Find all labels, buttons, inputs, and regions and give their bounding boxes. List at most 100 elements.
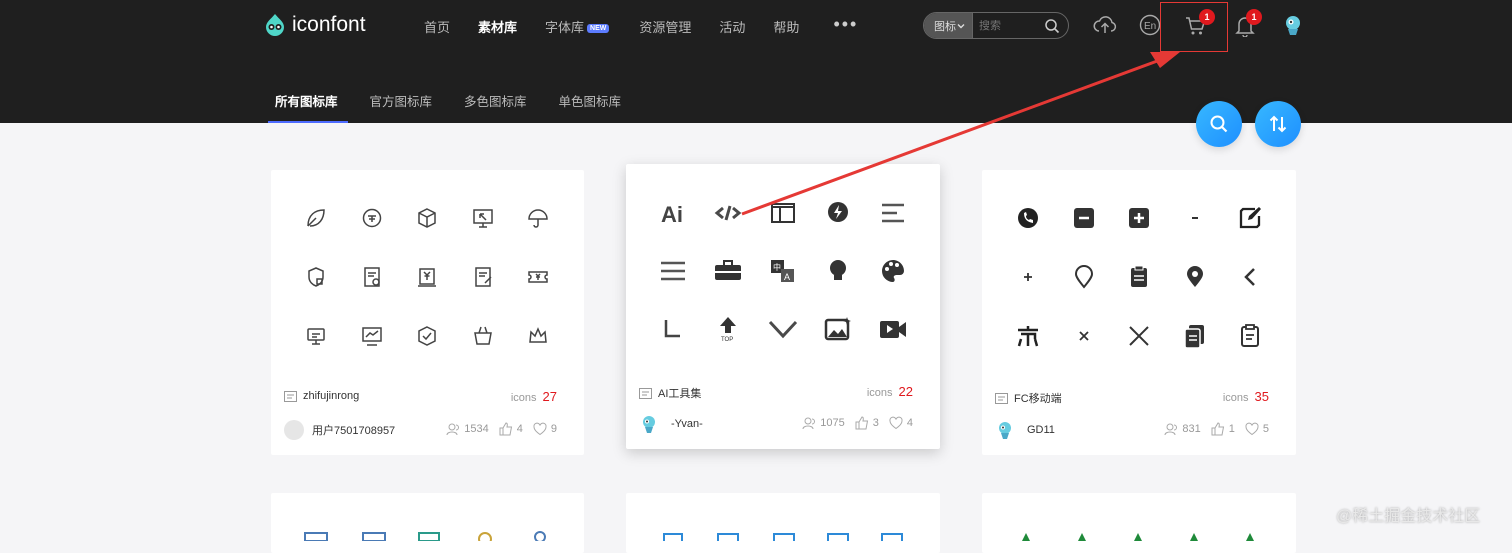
search-icon[interactable] (1044, 18, 1060, 34)
corner-icon[interactable] (658, 314, 688, 344)
logo[interactable]: iconfont (262, 10, 366, 40)
cube-icon[interactable] (412, 203, 442, 233)
char-icon[interactable] (1013, 321, 1043, 351)
search-category-select[interactable]: 图标 (924, 13, 973, 38)
menu-icon[interactable] (658, 256, 688, 286)
upload-cloud-icon[interactable] (1093, 14, 1117, 36)
briefcase-icon[interactable] (713, 256, 743, 286)
nav-help[interactable]: 帮助 (773, 17, 799, 36)
minus-icon[interactable] (1180, 203, 1210, 233)
likes-count[interactable]: 3 (855, 416, 879, 430)
ai-icon[interactable]: Ai (658, 198, 688, 228)
icon-count-value: 22 (898, 384, 913, 399)
plus-icon[interactable] (1013, 262, 1043, 292)
icon-count: icons 22 (867, 384, 913, 399)
floating-sort-button[interactable] (1255, 101, 1301, 147)
bulb-icon[interactable] (823, 256, 853, 286)
basket-icon[interactable] (468, 321, 498, 351)
chevron-down-icon[interactable] (768, 314, 798, 344)
logo-text: iconfont (292, 13, 366, 36)
author[interactable]: -Yvan- (639, 414, 703, 434)
palette-icon[interactable] (878, 256, 908, 286)
icon-count: icons 35 (1223, 389, 1269, 404)
location-icon[interactable] (1180, 262, 1210, 292)
likes-count[interactable]: 4 (499, 422, 523, 436)
plus-square-icon[interactable] (1124, 203, 1154, 233)
library-name-text: FC移动端 (1014, 393, 1062, 405)
code-icon[interactable] (713, 198, 743, 228)
doc-check-icon[interactable] (357, 262, 387, 292)
tab-multicolor-libraries[interactable]: 多色图标库 (464, 91, 527, 110)
library-card[interactable]: zhifujinrong icons 27 用户7501708957 1534 4 9 (271, 170, 584, 455)
library-card[interactable] (271, 493, 584, 553)
users-count[interactable]: 831 (1164, 422, 1201, 436)
icon-row-preview (1022, 533, 1254, 541)
tab-mono-libraries[interactable]: 单色图标库 (559, 91, 622, 110)
users-count[interactable]: 1075 (802, 416, 845, 430)
clipboard-list-icon[interactable] (1235, 321, 1265, 351)
lightning-chat-icon[interactable] (823, 198, 853, 228)
user-avatar[interactable] (1282, 13, 1304, 37)
author[interactable]: 用户7501708957 (284, 420, 395, 440)
monitor-stand-icon[interactable] (301, 321, 331, 351)
svg-text:TOP: TOP (721, 337, 733, 343)
nav-resources[interactable]: 资源管理 (639, 17, 691, 36)
library-icon (639, 387, 652, 399)
close-small-icon[interactable] (1069, 321, 1099, 351)
library-name[interactable]: FC移动端 (995, 390, 1062, 406)
library-name[interactable]: AI工具集 (639, 385, 701, 401)
ticket-yen-icon[interactable] (523, 262, 553, 292)
screen-cursor-icon[interactable] (468, 203, 498, 233)
tab-official-libraries[interactable]: 官方图标库 (370, 91, 433, 110)
coin-circle-icon[interactable] (357, 203, 387, 233)
library-card[interactable]: Ai 中 A TOP AI工具集 icons 22 -Yvan- 1075 3 4 (626, 164, 940, 449)
favs-count[interactable]: 4 (889, 416, 913, 430)
more-menu-button[interactable]: ••• (833, 14, 858, 35)
chevron-left-icon[interactable] (1235, 262, 1265, 292)
umbrella-icon[interactable] (523, 203, 553, 233)
nav-fonts[interactable]: 字体库 NEW (545, 17, 610, 36)
close-icon[interactable] (1124, 321, 1154, 351)
layout-icon[interactable] (768, 198, 798, 228)
image-sparkle-icon[interactable] (823, 314, 853, 344)
likes-count-value: 4 (516, 423, 523, 435)
phone-icon[interactable] (1013, 203, 1043, 233)
doc-edit-icon[interactable] (468, 262, 498, 292)
hexagon-check-icon[interactable] (412, 321, 442, 351)
favs-count[interactable]: 5 (1245, 422, 1269, 436)
author[interactable]: GD11 (995, 420, 1055, 440)
users-count[interactable]: 1534 (446, 422, 489, 436)
top-arrow-icon[interactable]: TOP (713, 314, 743, 344)
library-card[interactable]: FC移动端 icons 35 GD11 831 1 5 (982, 170, 1296, 455)
copy-icon[interactable] (1180, 321, 1210, 351)
language-en-icon[interactable]: En (1139, 14, 1161, 36)
edit-icon[interactable] (1235, 203, 1265, 233)
location-outline-icon[interactable] (1069, 262, 1099, 292)
favs-count[interactable]: 9 (533, 422, 557, 436)
receipt-yen-icon[interactable] (412, 262, 442, 292)
favs-count-value: 9 (550, 423, 557, 435)
crown-icon[interactable] (523, 321, 553, 351)
users-count-value: 831 (1182, 423, 1201, 435)
nav-activity[interactable]: 活动 (719, 17, 745, 36)
minus-square-icon[interactable] (1069, 203, 1099, 233)
video-icon[interactable] (878, 314, 908, 344)
library-card[interactable] (982, 493, 1296, 553)
search-input[interactable] (979, 19, 1039, 32)
tab-all-libraries[interactable]: 所有图标库 (275, 91, 338, 110)
align-left-icon[interactable] (878, 198, 908, 228)
chart-screen-icon[interactable] (357, 321, 387, 351)
clipboard-icon[interactable] (1124, 262, 1154, 292)
thumbs-up-icon (855, 416, 868, 430)
heart-icon (889, 416, 903, 430)
translate-icon[interactable]: 中A (768, 256, 798, 286)
library-card[interactable] (626, 493, 940, 553)
likes-count[interactable]: 1 (1211, 422, 1235, 436)
leaf-icon[interactable] (301, 203, 331, 233)
shield-qr-icon[interactable] (301, 262, 331, 292)
nav-home[interactable]: 首页 (424, 17, 450, 36)
icon-count-value: 35 (1254, 389, 1269, 404)
floating-search-button[interactable] (1196, 101, 1242, 147)
library-name[interactable]: zhifujinrong (284, 390, 359, 402)
nav-materials[interactable]: 素材库 (478, 17, 517, 36)
